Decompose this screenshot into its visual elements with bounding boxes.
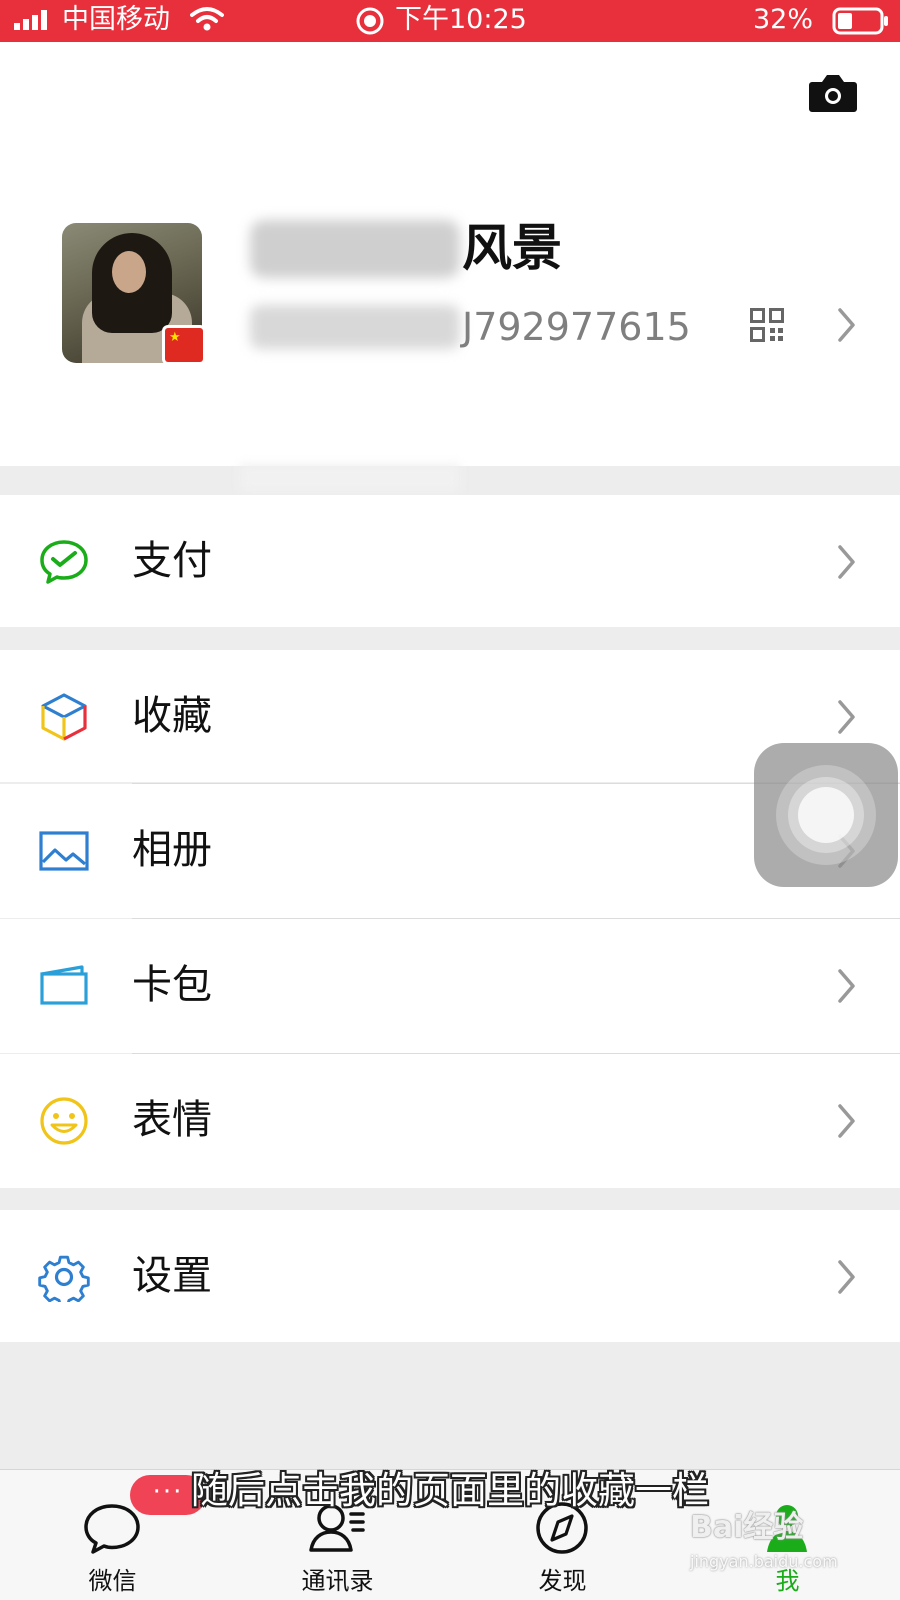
menu-item-stickers[interactable]: 表情 [0,1054,900,1188]
profile-header[interactable]: ★ 风景 J792977615 [0,42,900,466]
menu-item-cards[interactable]: 卡包 [0,919,900,1053]
pay-icon [40,540,88,584]
assistive-touch-button[interactable] [754,743,898,887]
chevron-right-icon [838,1260,855,1294]
china-flag-badge: ★ [162,325,206,365]
watermark-url: jingyan.baidu.com [690,1552,838,1571]
chevron-right-icon [838,308,855,342]
nickname: 风景 [462,219,562,277]
screen-recording-icon [356,7,384,35]
qr-code-icon[interactable] [750,308,784,342]
smiley-icon [40,1097,88,1145]
wifi-icon [190,7,224,31]
album-icon [39,831,89,871]
chevron-right-icon [838,1104,855,1138]
video-subtitle: 随后点击我的页面里的收藏一栏 [191,1469,709,1512]
chevron-right-icon [838,700,855,734]
wechat-id-blurred [250,305,460,349]
card-wallet-icon [40,965,88,1005]
tab-label-discover: 发现 [538,1567,587,1595]
nickname-blurred [250,220,460,278]
favorites-cube-icon [41,693,87,741]
menu-item-settings[interactable]: 设置 [0,1210,900,1342]
menu-label-stickers: 表情 [132,1097,212,1143]
battery-percent: 32% [753,4,814,35]
menu-label-settings: 设置 [132,1253,212,1299]
menu-item-pay[interactable]: 支付 [0,495,900,627]
menu-label-cards: 卡包 [132,962,212,1008]
battery-icon [832,7,888,35]
cellular-signal-icon [14,10,47,30]
menu-label-pay: 支付 [132,538,212,584]
tab-label-contacts: 通讯录 [301,1567,374,1595]
chevron-right-icon [838,969,855,1003]
status-bar: 中国移动 下午10:25 32% [0,0,900,42]
status-time: 下午10:25 [395,4,527,35]
camera-icon[interactable] [808,72,858,114]
blurred-region [240,464,460,492]
chevron-right-icon [838,545,855,579]
menu-label-album: 相册 [132,827,212,873]
carrier-name: 中国移动 [62,4,170,35]
menu-label-favorites: 收藏 [132,693,212,739]
wechat-id: J792977615 [462,305,691,349]
tab-label-chats: 微信 [88,1567,137,1595]
settings-gear-icon [38,1255,90,1302]
